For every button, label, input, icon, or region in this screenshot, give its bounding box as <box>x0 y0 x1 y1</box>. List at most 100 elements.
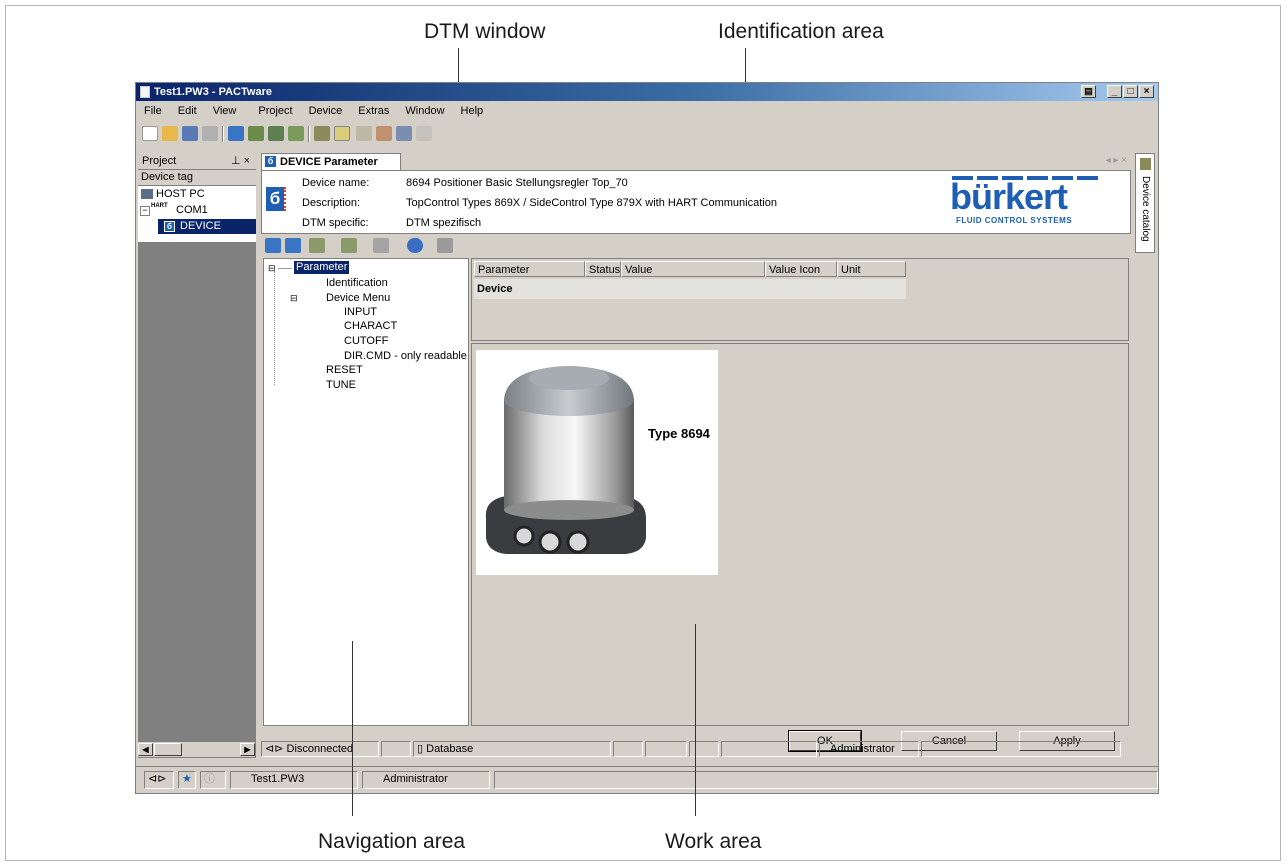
menu-device[interactable]: Device <box>301 102 351 121</box>
device-catalog-label: Device catalog <box>1140 176 1151 242</box>
menu-project[interactable]: Project <box>250 102 300 121</box>
menu-window[interactable]: Window <box>397 102 452 121</box>
title-bar: Test1.PW3 - PACTware ▤ _ □ × <box>136 83 1158 101</box>
main-status-bar: ⊲⊳ ★ ⓘ Test1.PW3 Administrator <box>136 766 1158 793</box>
dtm-status-bar: ⊲⊳ Disconnected ▯ Database Administrator <box>261 740 1154 759</box>
print-icon[interactable] <box>437 238 453 253</box>
pin-close-icons[interactable]: ⊥ × <box>231 153 250 169</box>
refresh-icon[interactable] <box>373 238 389 253</box>
horizontal-scrollbar[interactable]: ◀ ▶ <box>138 742 255 757</box>
collapse-icon[interactable]: − <box>140 206 150 216</box>
favorite-icon[interactable]: ★ <box>178 771 196 789</box>
value-device-name: 8694 Positioner Basic Stellungsregler To… <box>406 177 628 189</box>
label-device-name: Device name: <box>302 177 370 189</box>
scroll-left-icon[interactable]: ◀ <box>138 743 153 756</box>
nav-item-dir-cmd[interactable]: DIR.CMD - only readable <box>344 350 467 363</box>
nav-item-charact[interactable]: CHARACT <box>344 320 397 333</box>
status-cell <box>381 741 411 757</box>
side-dock: Device catalog <box>1134 153 1156 758</box>
tree-item-device[interactable]: б DEVICE <box>158 219 256 234</box>
collapse-icon[interactable]: ⊟ <box>290 292 298 305</box>
gear-icon[interactable] <box>416 126 432 141</box>
menu-file[interactable]: File <box>136 102 170 121</box>
connection-state-icon[interactable]: ⊲⊳ <box>144 771 174 789</box>
status-cell <box>921 741 1121 757</box>
signal-icon <box>284 187 292 211</box>
status-cell <box>689 741 719 757</box>
col-status[interactable]: Status <box>585 261 621 277</box>
nav-item-reset[interactable]: RESET <box>326 364 363 377</box>
tree-line <box>278 268 292 269</box>
menu-view[interactable]: View <box>205 102 245 121</box>
settings-icon[interactable] <box>396 126 412 141</box>
menu-help[interactable]: Help <box>453 102 492 121</box>
save-icon[interactable] <box>182 126 198 141</box>
view-layout-icon[interactable] <box>265 238 281 253</box>
layout-icon[interactable] <box>228 126 244 141</box>
leader-line-navigation <box>352 641 353 816</box>
value-description: TopControl Types 869X / SideControl Type… <box>406 197 777 209</box>
project-panel-header: Project ⊥ × <box>138 153 256 169</box>
nav-item-cutoff[interactable]: CUTOFF <box>344 335 388 348</box>
tab-label: DEVICE Parameter <box>280 156 378 168</box>
new-file-icon[interactable] <box>142 126 158 141</box>
status-database: ▯ Database <box>413 741 611 757</box>
nav-item-parameter[interactable]: Parameter <box>294 261 350 274</box>
view-split-icon[interactable] <box>285 238 301 253</box>
product-image: Type 8694 <box>476 350 718 575</box>
close-button[interactable]: × <box>1139 85 1154 98</box>
connect-icon[interactable] <box>288 126 304 141</box>
nav-item-identification[interactable]: Identification <box>326 277 388 290</box>
parameter-grid: Parameter Status Value Value Icon Unit D… <box>471 258 1129 341</box>
product-type-label: Type 8694 <box>648 426 710 441</box>
identification-area: б Device name: 8694 Positioner Basic Ste… <box>261 170 1131 234</box>
remove-device-icon[interactable] <box>268 126 284 141</box>
maximize-button[interactable]: □ <box>1123 85 1138 98</box>
navigation-area: ⊟ Parameter Identification ⊟ Device Menu… <box>263 258 469 726</box>
window-title: Test1.PW3 - PACTware <box>154 86 272 98</box>
open-folder-icon[interactable] <box>162 126 178 141</box>
tab-nav-icons[interactable]: ◂ ▸ × <box>1106 155 1127 166</box>
logo-tagline: FLUID CONTROL SYSTEMS <box>956 216 1073 225</box>
status-cell <box>645 741 687 757</box>
toolbar-separator <box>308 126 310 142</box>
nav-item-device-menu[interactable]: Device Menu <box>326 292 390 305</box>
col-value[interactable]: Value <box>621 261 765 277</box>
catalog-icon <box>1140 158 1151 170</box>
help-icon[interactable] <box>407 238 423 253</box>
col-value-icon[interactable]: Value Icon <box>765 261 837 277</box>
menu-extras[interactable]: Extras <box>350 102 397 121</box>
col-parameter[interactable]: Parameter <box>474 261 585 277</box>
main-toolbar <box>138 123 1156 145</box>
project-file-name: Test1.PW3 <box>230 771 358 789</box>
tab-device-parameter[interactable]: б DEVICE Parameter <box>261 153 401 170</box>
hart-badge: HART <box>151 203 168 209</box>
app-icon <box>140 86 150 98</box>
scroll-right-icon[interactable]: ▶ <box>240 743 255 756</box>
nav-item-tune[interactable]: TUNE <box>326 379 356 392</box>
device-icon: б <box>265 156 276 167</box>
tree-item-com1[interactable]: − HART COM1 <box>138 203 256 218</box>
download-parameters-icon[interactable] <box>341 238 357 253</box>
add-device-icon[interactable] <box>248 126 264 141</box>
upload-parameters-icon[interactable] <box>309 238 325 253</box>
scroll-thumb[interactable] <box>154 743 182 756</box>
catalog-icon[interactable] <box>314 126 330 141</box>
value-dtm-specific: DTM spezifisch <box>406 217 482 229</box>
minimize-button[interactable]: _ <box>1107 85 1122 98</box>
download-icon[interactable] <box>376 126 392 141</box>
print-icon[interactable]: ▤ <box>1081 85 1096 98</box>
com1-label: COM1 <box>176 204 208 216</box>
upload-icon[interactable] <box>356 126 372 141</box>
status-cell <box>494 771 1158 789</box>
nav-item-input[interactable]: INPUT <box>344 306 377 319</box>
callout-identification-area: Identification area <box>718 20 884 43</box>
positioner-device-icon <box>485 366 646 554</box>
tab-device-catalog[interactable]: Device catalog <box>1135 153 1155 253</box>
col-unit[interactable]: Unit <box>837 261 906 277</box>
project-panel-title: Project <box>142 155 177 167</box>
menu-edit[interactable]: Edit <box>170 102 205 121</box>
print-icon[interactable] <box>202 126 218 141</box>
grid-row-device[interactable]: Device <box>474 279 906 299</box>
parameter-icon[interactable] <box>334 126 350 141</box>
